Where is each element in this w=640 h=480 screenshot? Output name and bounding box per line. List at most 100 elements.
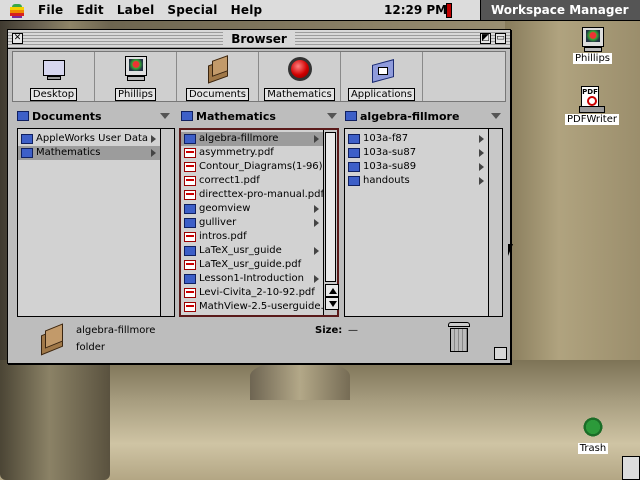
- desktop-icon-phillips[interactable]: Phillips: [570, 27, 615, 64]
- folder-icon: [181, 111, 193, 121]
- list-item[interactable]: 103a-f87: [345, 132, 488, 146]
- list-item[interactable]: MathView-2.5-userguide.pdf: [181, 300, 337, 314]
- scroll-up-icon[interactable]: [325, 284, 339, 297]
- desktop-icon-label: Trash: [577, 443, 609, 454]
- folder-icon: [21, 148, 33, 158]
- list-item-label: geomview: [199, 203, 251, 214]
- info-name: algebra-fillmore: [76, 325, 156, 336]
- chevron-right-icon: [314, 219, 319, 227]
- shelf-item-phillips[interactable]: Phillips: [95, 52, 177, 101]
- list-item-label: handouts: [363, 175, 410, 186]
- list-item-label: AppleWorks User Data: [36, 133, 149, 144]
- cursor-icon: [508, 244, 513, 256]
- list-item[interactable]: gulliver: [181, 216, 323, 230]
- column-header-label: Documents: [32, 110, 102, 123]
- file-list: AppleWorks User Data Mathematics: [18, 132, 160, 160]
- chevron-right-icon: [314, 247, 319, 255]
- column-header-mathematics[interactable]: Mathematics: [181, 109, 339, 125]
- chevron-right-icon: [479, 177, 484, 185]
- shelf-item-mathematics[interactable]: Mathematics: [259, 52, 341, 101]
- trash-can-icon[interactable]: [446, 320, 472, 354]
- list-item[interactable]: LaTeX_usr_guide: [181, 244, 323, 258]
- desktop-icon-pdfwriter[interactable]: PDF PDFWriter: [560, 86, 624, 125]
- list-item[interactable]: Levi-Civita_2-10-92.pdf: [181, 286, 323, 300]
- pdf-file-icon: [184, 288, 196, 298]
- column-header-label: Mathematics: [196, 110, 276, 123]
- list-item-label: algebra-fillmore: [199, 133, 279, 144]
- pdf-file-icon: [184, 302, 196, 312]
- computer-icon: [580, 27, 606, 53]
- list-item[interactable]: correct1.pdf: [181, 174, 323, 188]
- monitor-icon: [41, 56, 67, 82]
- menu-bar: File Edit Label Special Help 12:29 PM Wo…: [0, 0, 640, 21]
- desktop-icon-label: Phillips: [572, 53, 613, 64]
- workspace-manager-menu[interactable]: Workspace Manager: [480, 0, 640, 20]
- list-item-label: directtex-pro-manual.pdf: [199, 189, 325, 200]
- folder-icon: [348, 134, 360, 144]
- column-list-documents[interactable]: AppleWorks User Data Mathematics: [17, 128, 175, 317]
- list-item[interactable]: 103a-su89: [345, 160, 488, 174]
- chevron-down-icon[interactable]: [160, 113, 170, 119]
- window-titlebar[interactable]: ✕ Browser ◩ ▭: [8, 30, 510, 49]
- list-item[interactable]: AppleWorks User Data: [18, 132, 160, 146]
- list-item[interactable]: handouts: [345, 174, 488, 188]
- desktop-icon-trash[interactable]: Trash: [575, 413, 611, 454]
- list-item[interactable]: 103a-su87: [345, 146, 488, 160]
- list-item-label: correct1.pdf: [199, 175, 260, 186]
- list-item-label: Mathematics: [36, 147, 101, 158]
- resize-grip-icon[interactable]: [494, 347, 507, 360]
- list-item[interactable]: intros.pdf: [181, 230, 323, 244]
- list-item[interactable]: Lesson1-Introduction: [181, 272, 323, 286]
- list-item[interactable]: LaTeX_usr_guide.pdf: [181, 258, 323, 272]
- chevron-down-icon[interactable]: [327, 113, 337, 119]
- folder-icon: [184, 274, 196, 284]
- speaker-tab-icon[interactable]: [622, 456, 640, 480]
- chevron-right-icon: [479, 163, 484, 171]
- shelf-item-applications[interactable]: Applications: [341, 52, 423, 101]
- column-image: [0, 360, 110, 480]
- shelf-label: Desktop: [29, 88, 78, 101]
- shelf-label: Mathematics: [264, 88, 335, 101]
- list-item[interactable]: Contour_Diagrams(1-96).pdf: [181, 160, 337, 174]
- column-header-documents[interactable]: Documents: [17, 109, 172, 125]
- list-item-label: gulliver: [199, 217, 237, 228]
- selected-folder-icon: [39, 323, 69, 356]
- pdf-file-icon: [184, 162, 196, 172]
- shelf-item-desktop[interactable]: Desktop: [13, 52, 95, 101]
- chevron-down-icon[interactable]: [491, 113, 501, 119]
- list-item-label: asymmetry.pdf: [199, 147, 274, 158]
- pdf-printer-icon: PDF: [579, 86, 605, 114]
- scroll-thumb[interactable]: [325, 132, 336, 282]
- column-header-algebra-fillmore[interactable]: algebra-fillmore: [345, 109, 503, 125]
- menu-label[interactable]: Label: [117, 3, 155, 17]
- folder-icon: [348, 148, 360, 158]
- list-item[interactable]: asymmetry.pdf: [181, 146, 323, 160]
- list-item[interactable]: directtex-pro-manual.pdf: [181, 188, 325, 202]
- list-item[interactable]: geomview: [181, 202, 323, 216]
- list-item[interactable]: Mathematics: [18, 146, 160, 160]
- menu-edit[interactable]: Edit: [76, 3, 103, 17]
- red-button-icon: [287, 56, 313, 82]
- collapse-box-icon[interactable]: ▭: [495, 33, 506, 44]
- menu-help[interactable]: Help: [231, 3, 263, 17]
- column-image: [250, 360, 350, 400]
- list-item[interactable]: algebra-fillmore: [181, 132, 323, 146]
- apple-menu-icon[interactable]: [10, 2, 28, 18]
- scrollbar[interactable]: [160, 129, 174, 316]
- pdf-file-icon: [184, 232, 196, 242]
- scroll-down-icon[interactable]: [325, 297, 339, 310]
- computer-icon: [123, 56, 149, 82]
- column-list-algebra-fillmore[interactable]: 103a-f87 103a-su87 103a-su89 handouts: [344, 128, 503, 317]
- menu-clock[interactable]: 12:29 PM: [384, 0, 447, 20]
- column-list-mathematics[interactable]: algebra-fillmore asymmetry.pdf Contour_Dia…: [179, 128, 339, 317]
- shelf-item-documents[interactable]: Documents: [177, 52, 259, 101]
- menu-special[interactable]: Special: [167, 3, 217, 17]
- zoom-box-icon[interactable]: ◩: [480, 33, 491, 44]
- folder-icon: [184, 218, 196, 228]
- list-item-label: Lesson1-Introduction: [199, 273, 304, 284]
- desktop-icon-label: PDFWriter: [565, 114, 619, 125]
- menu-file[interactable]: File: [38, 3, 63, 17]
- scrollbar[interactable]: [488, 129, 502, 316]
- battery-icon[interactable]: [446, 3, 452, 18]
- folder-icon: [184, 134, 196, 144]
